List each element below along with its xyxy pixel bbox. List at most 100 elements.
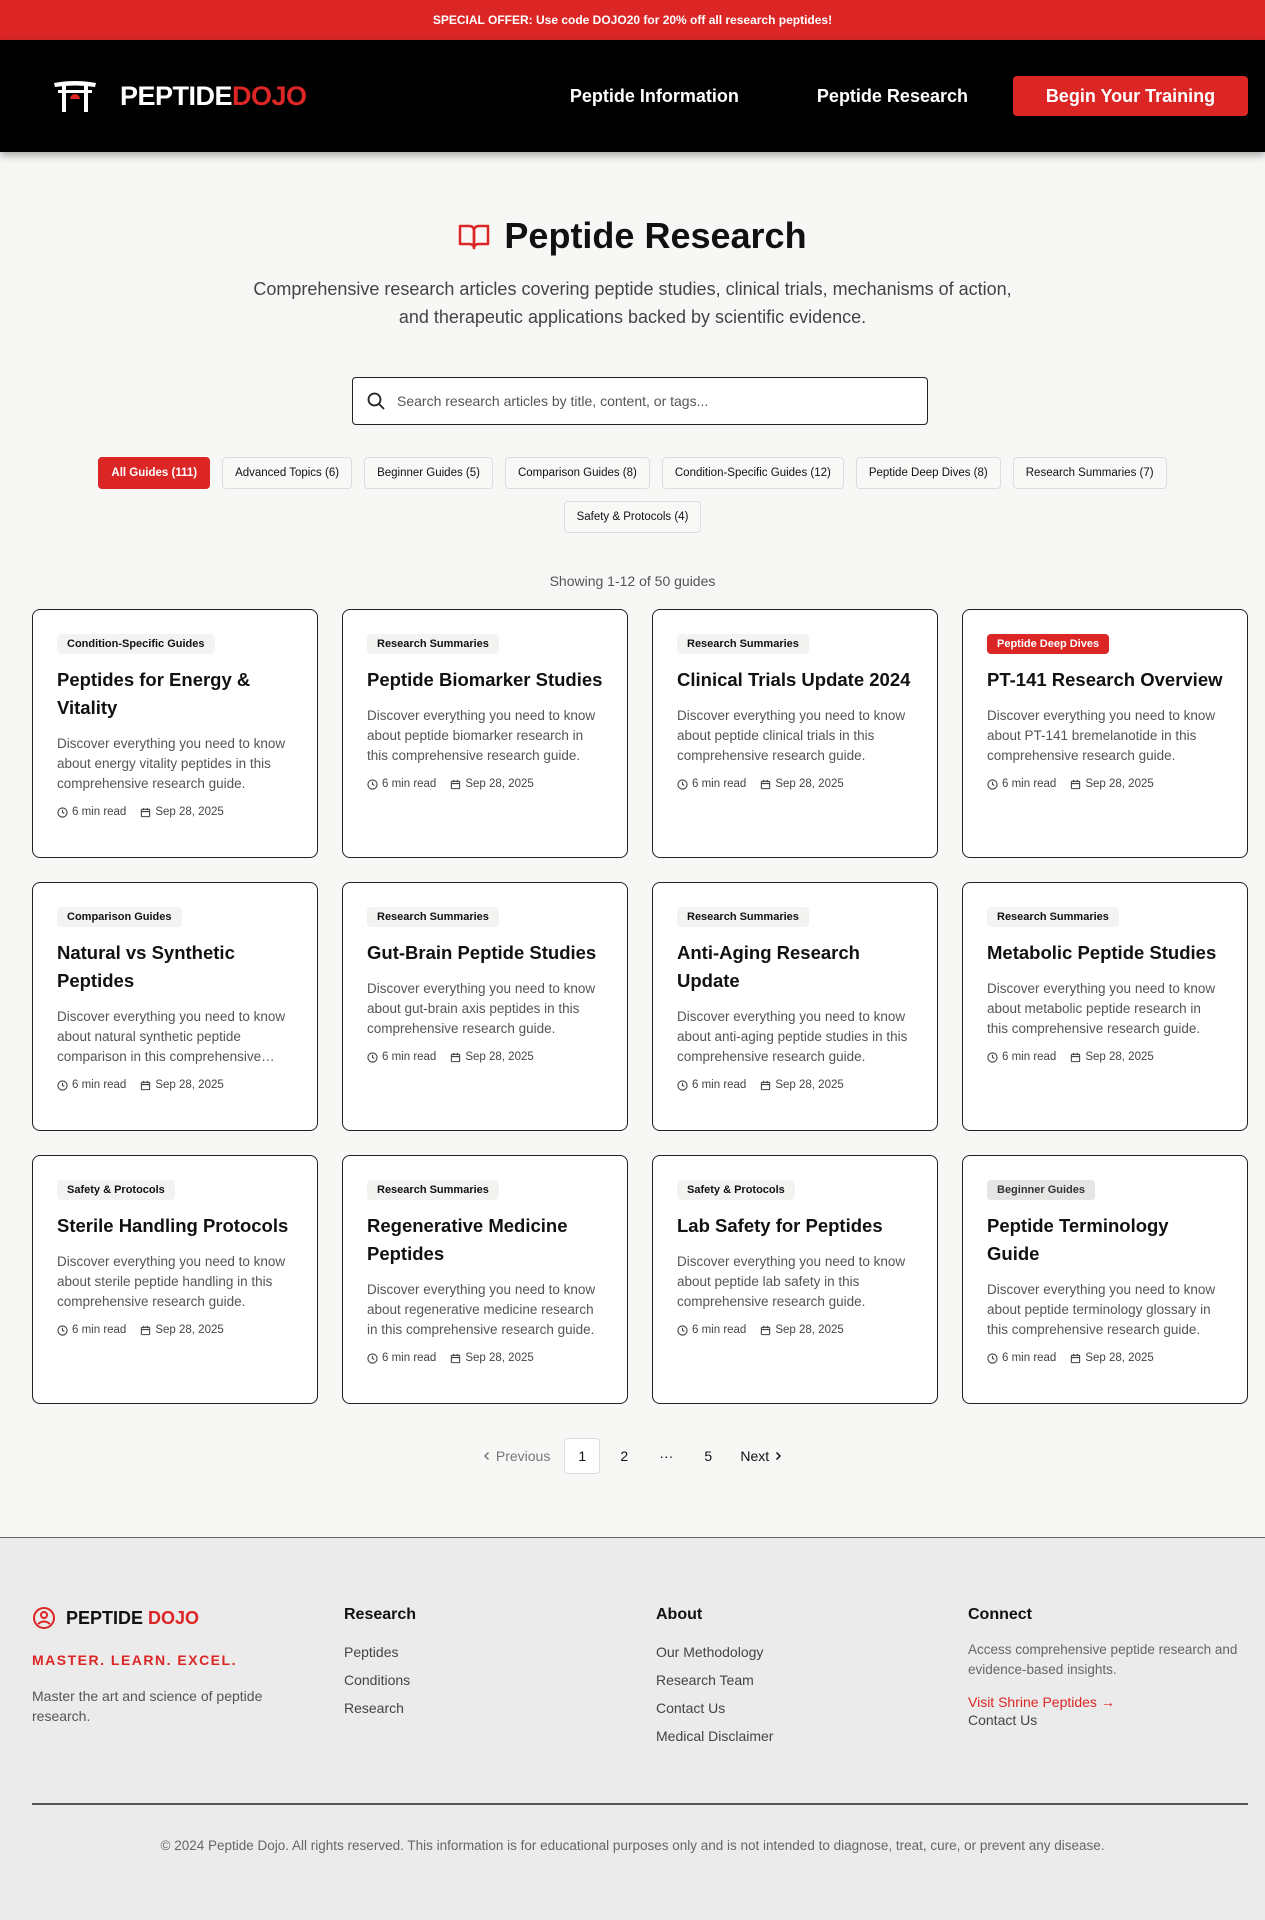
article-meta: 6 min read Sep 28, 2025 xyxy=(57,806,293,818)
filter-research-summaries[interactable]: Research Summaries (7) xyxy=(1012,457,1167,489)
calendar-icon xyxy=(761,779,771,789)
article-description: Discover everything you need to know abo… xyxy=(57,1009,286,1064)
clock-icon xyxy=(367,778,378,790)
calendar-icon xyxy=(1071,1353,1081,1363)
article-title[interactable]: Regenerative Medicine Peptides xyxy=(367,1212,603,1268)
category-badge: Safety & Protocols xyxy=(677,1180,795,1200)
article-card[interactable]: Research Summaries Clinical Trials Update… xyxy=(652,609,938,858)
filter-safety-protocols[interactable]: Safety & Protocols (4) xyxy=(563,501,702,533)
footer-link-research-team[interactable]: Research Team xyxy=(656,1670,773,1690)
article-card[interactable]: Research Summaries Peptide Biomarker Stud… xyxy=(342,609,628,858)
footer-link-connect-contact[interactable]: Contact Us xyxy=(968,1712,1258,1728)
article-card[interactable]: Comparison Guides Natural vs Synthetic Pe… xyxy=(32,882,318,1131)
article-card[interactable]: Safety & Protocols Lab Safety for Peptide… xyxy=(652,1155,938,1404)
begin-training-button[interactable]: Begin Your Training xyxy=(1013,76,1248,116)
footer-connect-column: Connect Access comprehensive peptide res… xyxy=(968,1606,1258,1728)
page-5-button[interactable]: 5 xyxy=(690,1438,726,1474)
article-card[interactable]: Safety & Protocols Sterile Handling Proto… xyxy=(32,1155,318,1404)
calendar-icon xyxy=(141,1325,151,1335)
footer-link-contact-us[interactable]: Contact Us xyxy=(656,1698,773,1718)
article-description: Discover everything you need to know abo… xyxy=(987,708,1216,763)
footer-link-conditions[interactable]: Conditions xyxy=(344,1670,416,1690)
article-title[interactable]: Lab Safety for Peptides xyxy=(677,1212,913,1240)
footer-logo[interactable]: PEPTIDE DOJO xyxy=(32,1606,292,1630)
footer-about-column: About Our Methodology Research Team Cont… xyxy=(656,1606,773,1754)
category-badge: Peptide Deep Dives xyxy=(987,634,1110,654)
clock-icon xyxy=(987,1051,998,1063)
filter-condition-specific-guides[interactable]: Condition-Specific Guides (12) xyxy=(661,457,844,489)
article-card[interactable]: Research Summaries Anti-Aging Research Up… xyxy=(652,882,938,1131)
article-description: Discover everything you need to know abo… xyxy=(367,981,596,1036)
article-title[interactable]: Natural vs Synthetic Peptides xyxy=(57,939,293,995)
read-time: 6 min read xyxy=(1002,1352,1057,1364)
book-open-icon xyxy=(459,224,490,250)
calendar-icon xyxy=(761,1325,771,1335)
site-footer: PEPTIDE DOJO MASTER. LEARN. EXCEL. Maste… xyxy=(0,1537,1265,1920)
clock-icon xyxy=(677,778,688,790)
article-card[interactable]: Peptide Deep Dives PT-141 Research Overvi… xyxy=(962,609,1248,858)
footer-connect-text: Access comprehensive peptide research an… xyxy=(968,1642,1238,1677)
search-bar[interactable] xyxy=(352,377,928,425)
footer-link-shrine-peptides[interactable]: Visit Shrine Peptides → xyxy=(968,1694,1258,1710)
search-input[interactable] xyxy=(397,393,897,409)
search-icon xyxy=(367,392,385,410)
article-card[interactable]: Research Summaries Gut-Brain Peptide Stud… xyxy=(342,882,628,1131)
publish-date: Sep 28, 2025 xyxy=(465,1352,534,1364)
footer-link-research[interactable]: Research xyxy=(344,1698,416,1718)
article-title[interactable]: Peptide Biomarker Studies xyxy=(367,666,603,694)
footer-logo-main: PEPTIDE xyxy=(66,1607,144,1628)
article-card[interactable]: Beginner Guides Peptide Terminology Guide… xyxy=(962,1155,1248,1404)
read-time: 6 min read xyxy=(72,1324,127,1336)
page-2-button[interactable]: 2 xyxy=(606,1438,642,1474)
footer-logo-accent: DOJO xyxy=(148,1607,200,1628)
filter-peptide-deep-dives[interactable]: Peptide Deep Dives (8) xyxy=(855,457,1001,489)
site-logo[interactable]: PEPTIDEDOJO xyxy=(52,79,307,113)
article-card[interactable]: Research Summaries Metabolic Peptide Stud… xyxy=(962,882,1248,1131)
nav-link-peptide-research[interactable]: Peptide Research xyxy=(817,86,968,107)
article-title[interactable]: Clinical Trials Update 2024 xyxy=(677,666,913,694)
clock-icon xyxy=(677,1079,688,1091)
category-badge: Research Summaries xyxy=(367,1180,499,1200)
article-card[interactable]: Research Summaries Regenerative Medicine … xyxy=(342,1155,628,1404)
read-time: 6 min read xyxy=(382,1352,437,1364)
article-title[interactable]: Peptides for Energy & Vitality xyxy=(57,666,293,722)
calendar-icon xyxy=(1071,1052,1081,1062)
article-card[interactable]: Condition-Specific Guides Peptides for En… xyxy=(32,609,318,858)
previous-page-button[interactable]: Previous xyxy=(474,1438,558,1474)
copyright-text: © 2024 Peptide Dojo. All rights reserved… xyxy=(160,1838,1105,1853)
publish-date: Sep 28, 2025 xyxy=(1085,1051,1154,1063)
publish-date: Sep 28, 2025 xyxy=(465,778,534,790)
article-title[interactable]: Metabolic Peptide Studies xyxy=(987,939,1223,967)
filter-comparison-guides[interactable]: Comparison Guides (8) xyxy=(504,457,650,489)
filter-advanced-topics[interactable]: Advanced Topics (6) xyxy=(222,457,353,489)
clock-icon xyxy=(57,1324,68,1336)
promo-banner: SPECIAL OFFER: Use code DOJO20 for 20% o… xyxy=(0,0,1265,40)
publish-date: Sep 28, 2025 xyxy=(1085,778,1154,790)
read-time: 6 min read xyxy=(1002,778,1057,790)
chevron-right-icon xyxy=(775,1451,782,1461)
footer-link-medical-disclaimer[interactable]: Medical Disclaimer xyxy=(656,1726,773,1746)
footer-tagline: MASTER. LEARN. EXCEL. xyxy=(32,1652,237,1668)
article-title[interactable]: Peptide Terminology Guide xyxy=(987,1212,1223,1268)
publish-date: Sep 28, 2025 xyxy=(775,1079,844,1091)
category-badge: Research Summaries xyxy=(367,907,499,927)
filter-beginner-guides[interactable]: Beginner Guides (5) xyxy=(364,457,493,489)
footer-link-peptides[interactable]: Peptides xyxy=(344,1642,416,1662)
article-title[interactable]: PT-141 Research Overview xyxy=(987,666,1223,694)
page-1-button[interactable]: 1 xyxy=(564,1438,601,1474)
torii-gate-icon xyxy=(54,81,96,112)
page-title-text: Peptide Research xyxy=(504,215,807,256)
filter-all-guides[interactable]: All Guides (111) xyxy=(98,457,211,489)
nav-link-peptide-information[interactable]: Peptide Information xyxy=(570,86,739,107)
next-page-button[interactable]: Next xyxy=(732,1438,791,1474)
article-title[interactable]: Sterile Handling Protocols xyxy=(57,1212,293,1240)
publish-date: Sep 28, 2025 xyxy=(775,1324,844,1336)
article-title[interactable]: Anti-Aging Research Update xyxy=(677,939,913,995)
footer-about-text: Master the art and science of peptide re… xyxy=(32,1688,263,1724)
article-title[interactable]: Gut-Brain Peptide Studies xyxy=(367,939,603,967)
calendar-icon xyxy=(761,1080,771,1090)
footer-link-methodology[interactable]: Our Methodology xyxy=(656,1642,773,1662)
publish-date: Sep 28, 2025 xyxy=(775,778,844,790)
footer-research-column: Research Peptides Conditions Research xyxy=(344,1606,416,1726)
category-badge: Beginner Guides xyxy=(987,1180,1096,1200)
